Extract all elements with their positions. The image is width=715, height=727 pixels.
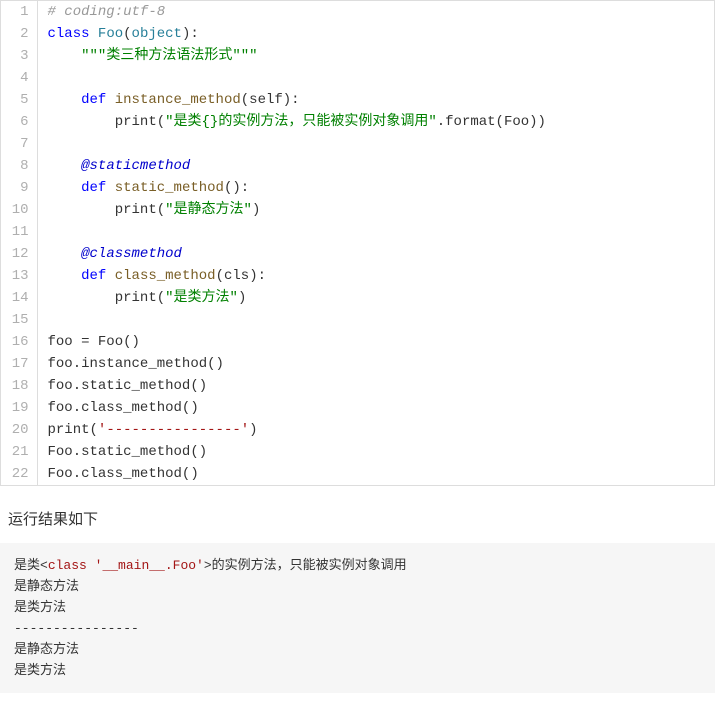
- line-number: 15: [1, 309, 37, 331]
- line-number: 6: [1, 111, 37, 133]
- code-content: def class_method(cls):: [37, 265, 714, 287]
- code-line: 6 print("是类{}的实例方法，只能被实例对象调用".format(Foo…: [1, 111, 714, 133]
- code-line: 1# coding:utf-8: [1, 1, 714, 23]
- output-line: ----------------: [14, 618, 701, 639]
- code-content: Foo.static_method(): [37, 441, 714, 463]
- line-number: 4: [1, 67, 37, 89]
- code-content: def static_method():: [37, 177, 714, 199]
- code-line: 8 @staticmethod: [1, 155, 714, 177]
- code-content: foo.class_method(): [37, 397, 714, 419]
- code-content: class Foo(object):: [37, 23, 714, 45]
- code-line: 13 def class_method(cls):: [1, 265, 714, 287]
- line-number: 16: [1, 331, 37, 353]
- code-line: 7: [1, 133, 714, 155]
- line-number: 22: [1, 463, 37, 485]
- code-line: 19foo.class_method(): [1, 397, 714, 419]
- code-content: print("是类方法"): [37, 287, 714, 309]
- line-number: 13: [1, 265, 37, 287]
- line-number: 11: [1, 221, 37, 243]
- line-number: 9: [1, 177, 37, 199]
- code-content: print("是类{}的实例方法，只能被实例对象调用".format(Foo)): [37, 111, 714, 133]
- output-line: 是类方法: [14, 597, 701, 618]
- code-content: foo.instance_method(): [37, 353, 714, 375]
- code-content: @staticmethod: [37, 155, 714, 177]
- code-content: # coding:utf-8: [37, 1, 714, 23]
- line-number: 20: [1, 419, 37, 441]
- line-number: 18: [1, 375, 37, 397]
- section-label: 运行结果如下: [8, 508, 715, 529]
- output-line: 是类<class '__main__.Foo'>的实例方法，只能被实例对象调用: [14, 555, 701, 576]
- code-block: 1# coding:utf-82class Foo(object):3 """类…: [0, 0, 715, 486]
- code-line: 9 def static_method():: [1, 177, 714, 199]
- code-line: 14 print("是类方法"): [1, 287, 714, 309]
- code-line: 17foo.instance_method(): [1, 353, 714, 375]
- line-number: 1: [1, 1, 37, 23]
- line-number: 12: [1, 243, 37, 265]
- code-content: Foo.class_method(): [37, 463, 714, 485]
- code-line: 10 print("是静态方法"): [1, 199, 714, 221]
- line-number: 14: [1, 287, 37, 309]
- line-number: 5: [1, 89, 37, 111]
- code-content: @classmethod: [37, 243, 714, 265]
- code-content: [37, 309, 714, 331]
- output-block: 是类<class '__main__.Foo'>的实例方法，只能被实例对象调用是…: [0, 543, 715, 693]
- line-number: 17: [1, 353, 37, 375]
- code-content: print("是静态方法"): [37, 199, 714, 221]
- code-line: 11: [1, 221, 714, 243]
- code-line: 2class Foo(object):: [1, 23, 714, 45]
- code-line: 3 """类三种方法语法形式""": [1, 45, 714, 67]
- code-content: foo = Foo(): [37, 331, 714, 353]
- line-number: 19: [1, 397, 37, 419]
- code-table: 1# coding:utf-82class Foo(object):3 """类…: [1, 1, 714, 485]
- code-content: foo.static_method(): [37, 375, 714, 397]
- code-line: 22Foo.class_method(): [1, 463, 714, 485]
- line-number: 8: [1, 155, 37, 177]
- line-number: 21: [1, 441, 37, 463]
- line-number: 10: [1, 199, 37, 221]
- code-content: [37, 67, 714, 89]
- code-line: 15: [1, 309, 714, 331]
- code-line: 21Foo.static_method(): [1, 441, 714, 463]
- output-line: 是静态方法: [14, 576, 701, 597]
- code-line: 4: [1, 67, 714, 89]
- code-content: def instance_method(self):: [37, 89, 714, 111]
- line-number: 7: [1, 133, 37, 155]
- code-line: 20print('----------------'): [1, 419, 714, 441]
- code-content: print('----------------'): [37, 419, 714, 441]
- code-line: 18foo.static_method(): [1, 375, 714, 397]
- code-line: 12 @classmethod: [1, 243, 714, 265]
- code-line: 16foo = Foo(): [1, 331, 714, 353]
- output-line: 是类方法: [14, 660, 701, 681]
- code-content: [37, 133, 714, 155]
- output-line: 是静态方法: [14, 639, 701, 660]
- code-content: [37, 221, 714, 243]
- line-number: 2: [1, 23, 37, 45]
- code-line: 5 def instance_method(self):: [1, 89, 714, 111]
- line-number: 3: [1, 45, 37, 67]
- code-content: """类三种方法语法形式""": [37, 45, 714, 67]
